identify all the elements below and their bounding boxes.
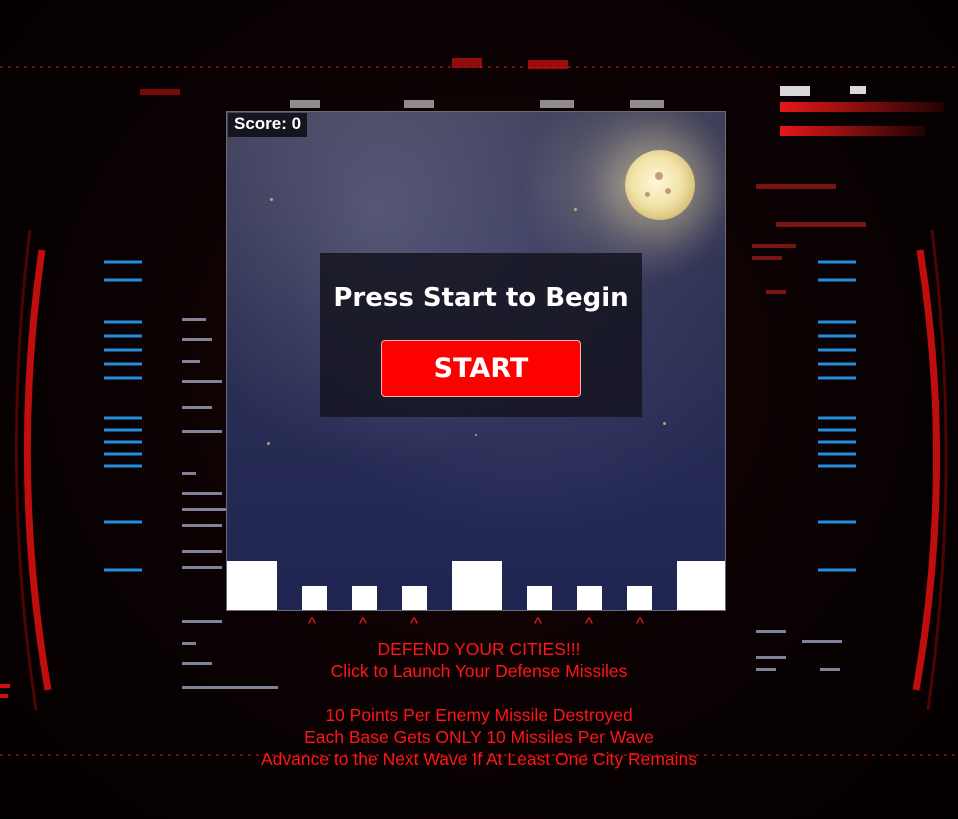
city-marker: ^ [636,614,644,633]
missile-base-center [452,561,502,610]
city-marker: ^ [534,614,542,633]
city [577,586,602,610]
instruction-line: 10 Points Per Enemy Missile Destroyed [325,705,633,725]
city [527,586,552,610]
city-marker: ^ [410,614,418,633]
score-display: Score: 0 [228,113,308,137]
start-button[interactable]: START [381,340,581,397]
city [627,586,652,610]
star [574,208,577,211]
city [402,586,427,610]
missile-base-right [677,561,725,610]
missile-base-left [227,561,277,610]
start-title: Press Start to Begin [333,283,629,313]
city-marker: ^ [359,614,367,633]
city-marker: ^ [585,614,593,633]
instruction-line: DEFEND YOUR CITIES!!! [377,639,581,659]
moon [625,150,695,220]
instruction-line: Advance to the Next Wave If At Least One… [260,749,698,769]
start-panel: Press Start to Begin START [320,253,642,417]
star [270,198,273,201]
star [267,442,270,445]
instruction-line: Each Base Gets ONLY 10 Missiles Per Wave [304,727,654,747]
instruction-line: Click to Launch Your Defense Missiles [330,661,628,681]
city [352,586,377,610]
star [475,434,477,436]
city [302,586,327,610]
game-canvas[interactable]: Score: 0 Press Start to Begin START [226,111,726,611]
star [663,422,666,425]
city-marker: ^ [308,614,316,633]
